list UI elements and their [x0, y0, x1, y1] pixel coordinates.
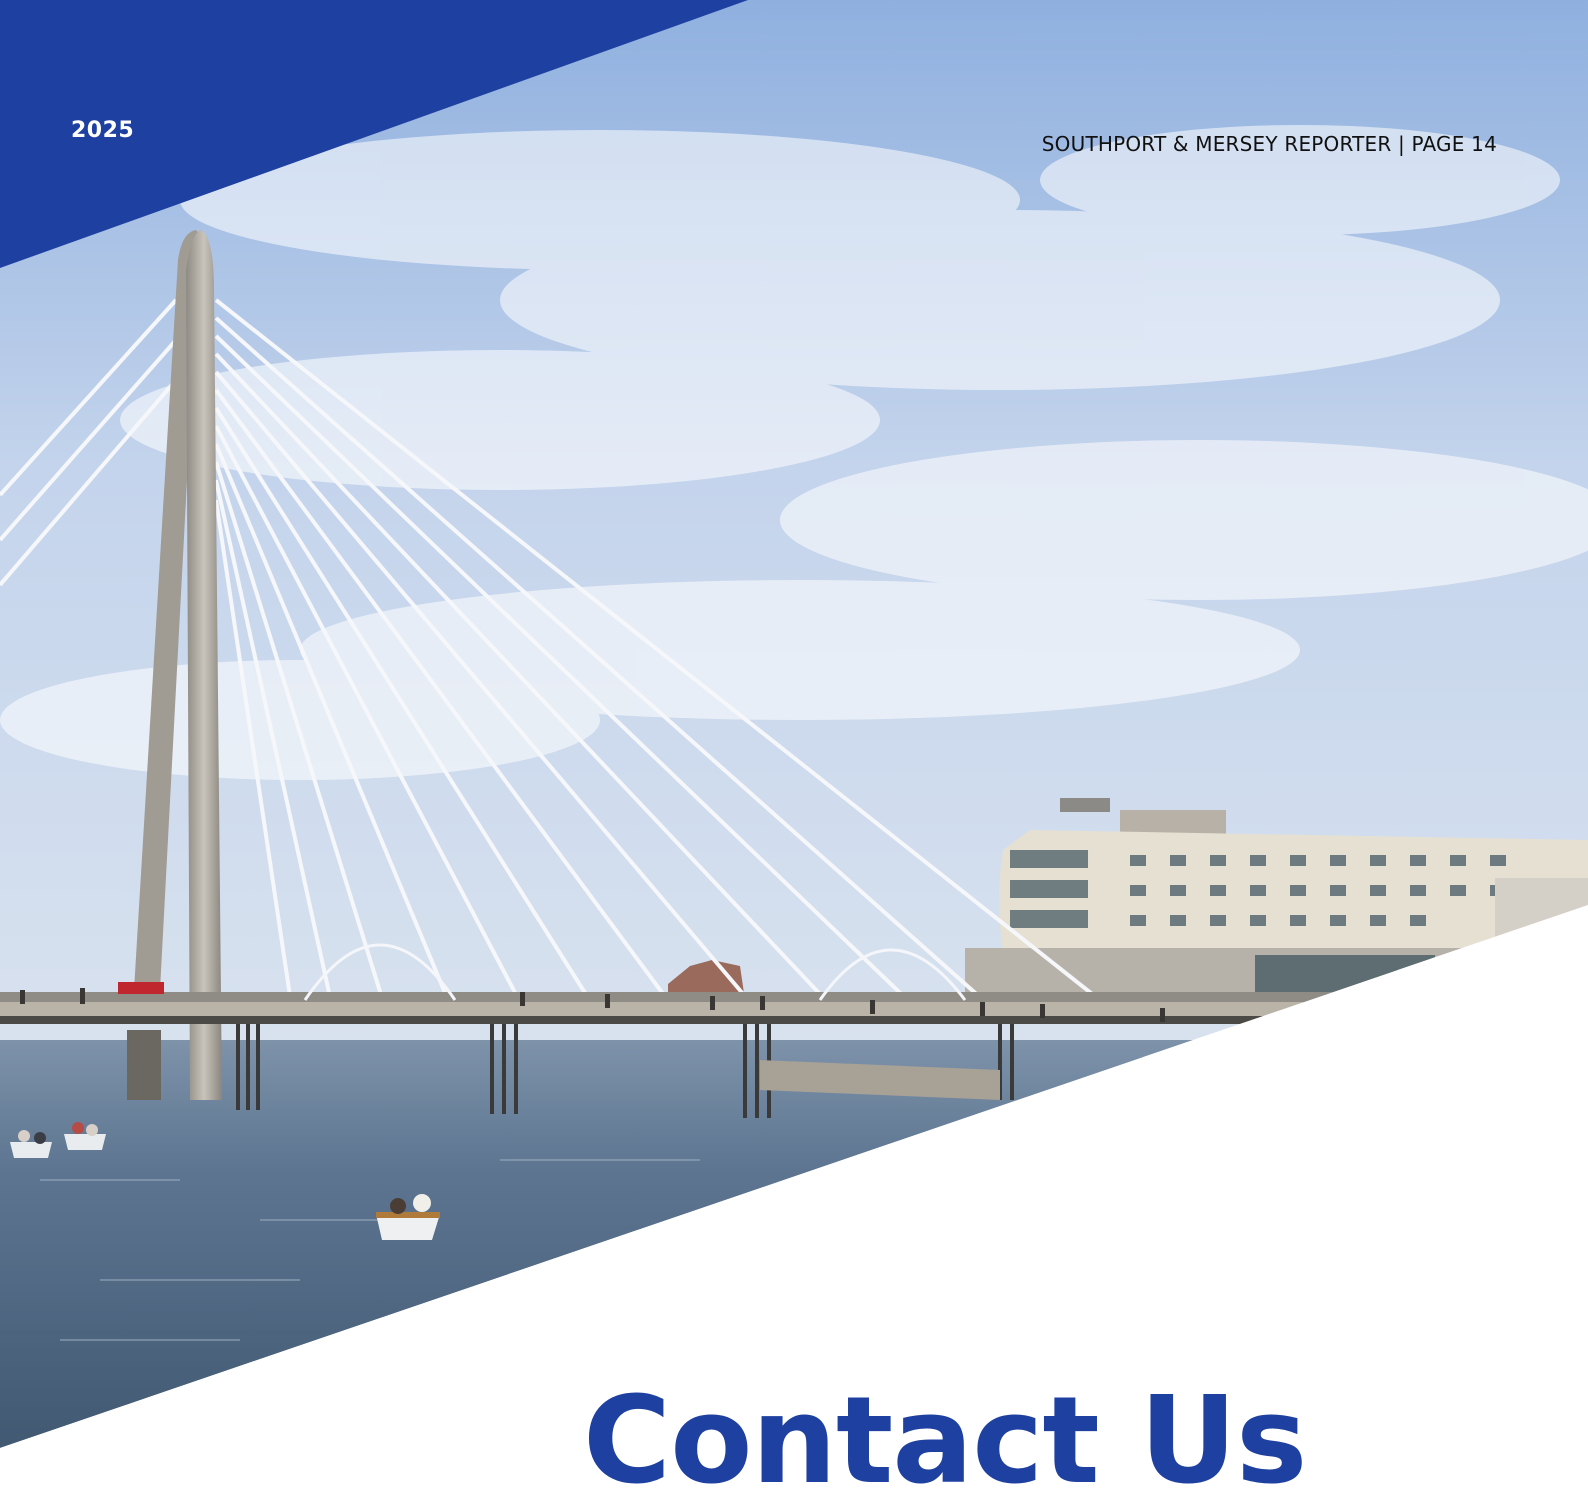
running-head: SOUTHPORT & MERSEY REPORTER | PAGE 14 [1041, 132, 1497, 156]
page-title: Contact Us [583, 1372, 1307, 1511]
issue-year: 2025 [71, 118, 135, 143]
cover-photo [0, 0, 1588, 1473]
